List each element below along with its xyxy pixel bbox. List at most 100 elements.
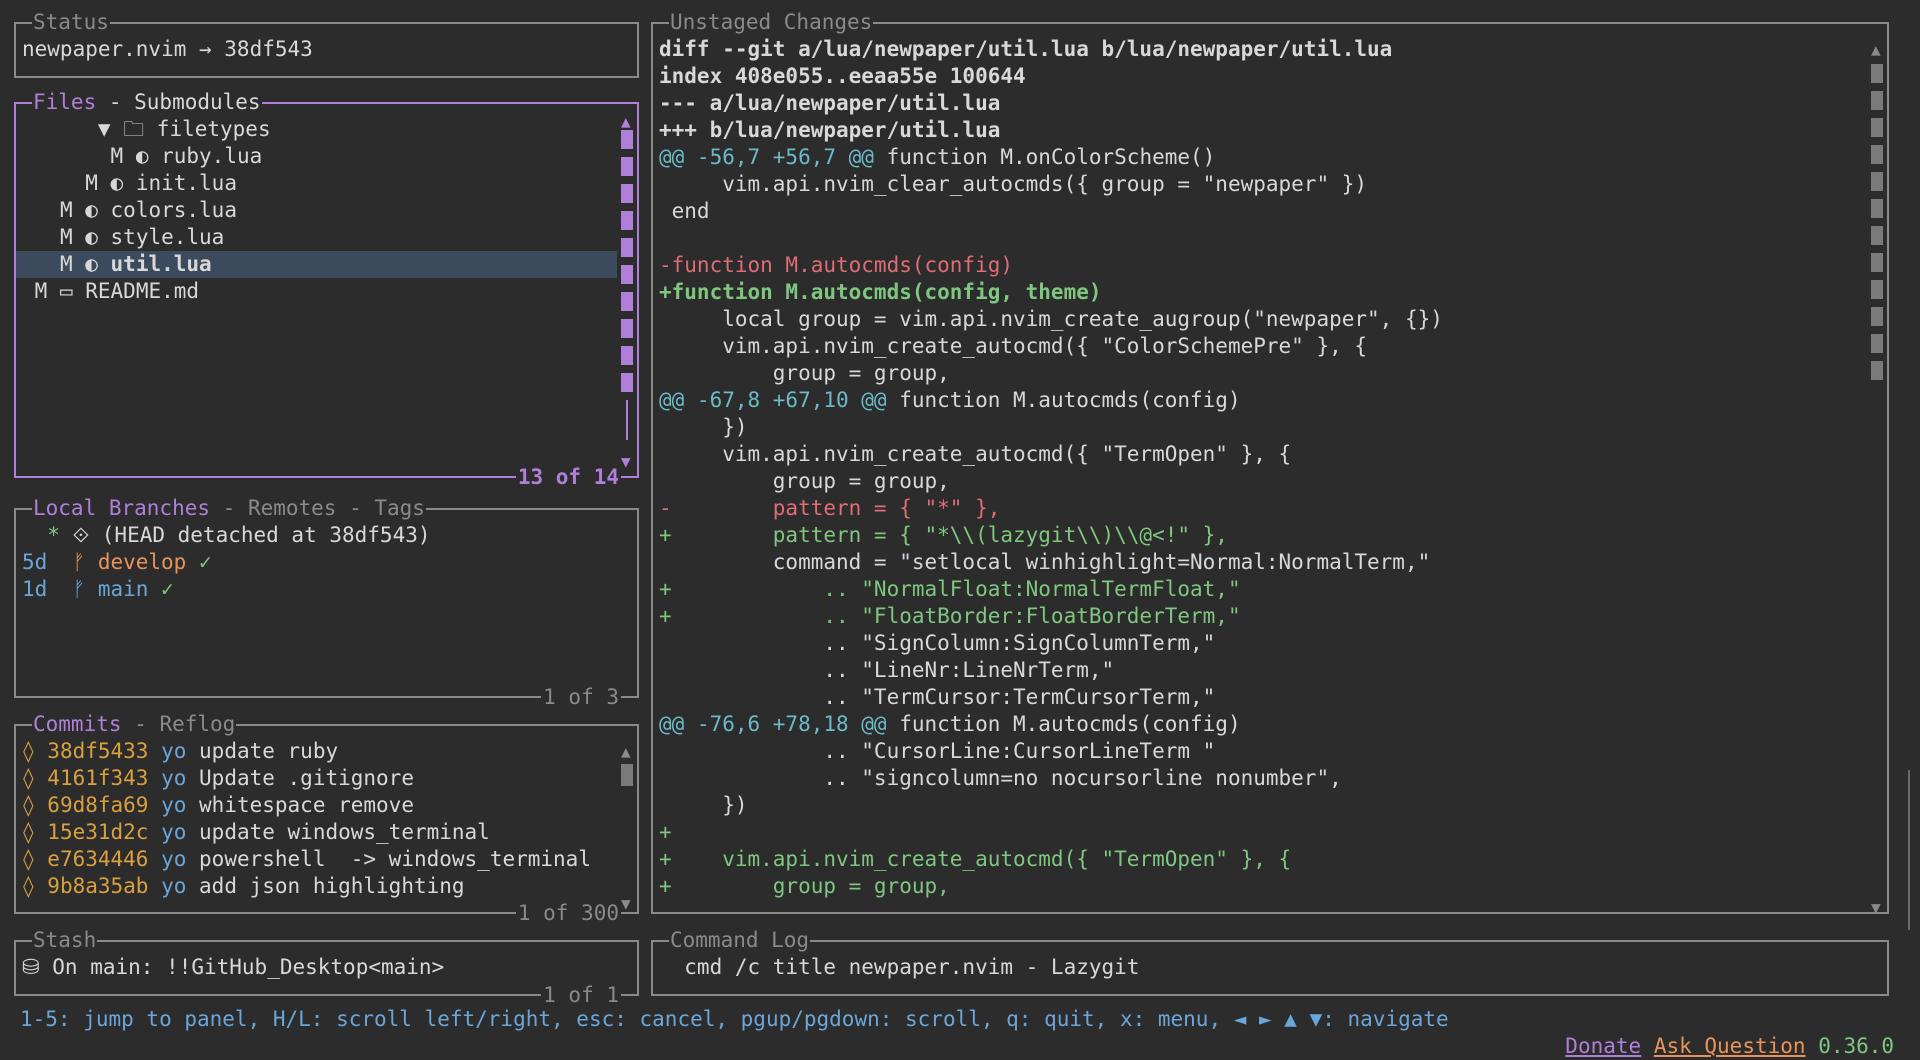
file-status: M xyxy=(110,144,136,168)
file-status: M xyxy=(34,279,60,303)
files-count: 13 of 14 xyxy=(515,464,621,491)
diff-content[interactable]: diff --git a/lua/newpaper/util.lua b/lua… xyxy=(659,36,1863,906)
scroll-track-segment xyxy=(1871,145,1883,164)
diff-line: group = group, xyxy=(659,361,950,385)
file-name: util.lua xyxy=(97,252,212,276)
diff-line: index 408e055..eeaa55e 100644 xyxy=(659,64,1026,88)
commits-panel[interactable]: Commits - Reflog ◊ 38df5433 yo update ru… xyxy=(14,711,639,927)
markdown-icon: ▭ xyxy=(59,279,73,303)
file-status: M xyxy=(59,225,86,249)
commit-hash: 69d8fa69 xyxy=(47,793,162,817)
file-item[interactable]: M ▭ README.md xyxy=(16,278,617,305)
donate-link[interactable]: Donate xyxy=(1565,1034,1641,1058)
commits-panel-title[interactable]: Commits - Reflog xyxy=(32,711,237,738)
files-scrollbar[interactable]: ▲ ▼ xyxy=(621,114,633,470)
scroll-down-icon[interactable]: ▼ xyxy=(1871,900,1881,916)
commit-item[interactable]: ◊ 9b8a35ab yo add json highlighting xyxy=(22,873,617,900)
file-name: colors.lua xyxy=(97,198,237,222)
branch-item[interactable]: * ⟐ (HEAD detached at 38df543) xyxy=(22,522,631,549)
branches-panel[interactable]: Local Branches - Remotes - Tags * ⟐ (HEA… xyxy=(14,495,639,711)
branch-item[interactable]: 1d ᚠ main ✓ xyxy=(22,576,631,603)
stash-count: 1 of 1 xyxy=(541,982,621,1009)
commit-icon: ◊ xyxy=(22,766,48,790)
file-item[interactable]: ▼ 🗀 filetypes xyxy=(16,116,617,143)
tab-local-branches: Local Branches xyxy=(33,496,211,520)
commit-item[interactable]: ◊ 4161f343 yo Update .gitignore xyxy=(22,765,617,792)
branches-panel-title[interactable]: Local Branches - Remotes - Tags xyxy=(32,495,426,522)
diff-line: @@ -76,6 +78,18 @@ function M.autocmds(c… xyxy=(659,711,1863,738)
commit-item[interactable]: ◊ 38df5433 yo update ruby xyxy=(22,738,617,765)
ask-question-link[interactable]: Ask Question xyxy=(1654,1034,1806,1058)
scroll-track-segment xyxy=(1871,280,1883,299)
scroll-track-segment xyxy=(1871,118,1883,137)
check-icon: ✓ xyxy=(198,550,212,574)
command-log-text: cmd /c title newpaper.nvim - Lazygit xyxy=(659,955,1140,979)
stash-panel-title: Stash xyxy=(32,927,98,954)
file-item[interactable]: M ◐ ruby.lua xyxy=(16,143,617,170)
tab-commits: Commits xyxy=(33,712,122,736)
branches-count: 1 of 3 xyxy=(541,684,621,711)
status-panel-title: Status xyxy=(32,9,110,36)
status-panel[interactable]: Status newpaper.nvim → 38df543 xyxy=(14,9,639,78)
branch-item[interactable]: 5d ᚠ develop ✓ xyxy=(22,549,631,576)
detached-icon: ⟐ xyxy=(72,523,102,547)
diff-line: .. "CursorLine:CursorLineTerm " xyxy=(659,739,1216,763)
commit-item[interactable]: ◊ 15e31d2c yo update windows_terminal xyxy=(22,819,617,846)
diff-line: group = group, xyxy=(659,469,950,493)
diff-line: diff --git a/lua/newpaper/util.lua b/lua… xyxy=(659,37,1393,61)
diff-line: vim.api.nvim_create_autocmd({ "TermOpen"… xyxy=(659,442,1292,466)
diff-line: +++ b/lua/newpaper/util.lua xyxy=(659,118,1001,142)
file-item[interactable]: M ◐ util.lua xyxy=(16,251,617,278)
diff-line: vim.api.nvim_create_autocmd({ "ColorSche… xyxy=(659,334,1368,358)
diff-line: }) xyxy=(659,793,748,817)
commit-author: yo xyxy=(161,739,200,763)
scroll-track-segment xyxy=(621,292,633,311)
scroll-up-icon[interactable]: ▲ xyxy=(1871,42,1881,58)
branch-icon: ᚠ xyxy=(72,550,98,574)
scroll-track-segment xyxy=(1871,307,1883,326)
files-panel[interactable]: Files - Submodules ▼ 🗀 filetypes M ◐ rub… xyxy=(14,89,639,491)
diff-line: .. "TermCursor:TermCursorTerm," xyxy=(659,685,1216,709)
scroll-track-segment xyxy=(1871,199,1883,218)
files-panel-title[interactable]: Files - Submodules xyxy=(32,89,262,116)
diff-line: @@ -67,8 +67,10 @@ function M.autocmds(c… xyxy=(659,387,1863,414)
diff-line: -function M.autocmds(config) xyxy=(659,253,1014,277)
scroll-track-segment xyxy=(621,373,633,392)
hunk-context: function M.onColorScheme() xyxy=(873,145,1216,169)
scroll-track-segment xyxy=(1871,172,1883,191)
commit-item[interactable]: ◊ e7634446 yo powershell -> windows_term… xyxy=(22,846,617,873)
file-name: README.md xyxy=(72,279,200,303)
scroll-up-icon[interactable]: ▲ xyxy=(621,744,631,760)
stash-entry[interactable]: ⛁ On main: !!GitHub_Desktop<main> xyxy=(22,954,637,981)
scroll-track-segment xyxy=(621,157,633,176)
commit-icon: ◊ xyxy=(22,820,48,844)
scroll-down-icon[interactable]: ▼ xyxy=(621,896,631,912)
scroll-down-icon[interactable]: ▼ xyxy=(621,454,631,470)
scroll-up-icon[interactable]: ▲ xyxy=(621,114,631,130)
window-scrollbar[interactable] xyxy=(1908,770,1910,930)
diff-panel[interactable]: Unstaged Changes diff --git a/lua/newpap… xyxy=(651,9,1889,916)
status-text: newpaper.nvim → 38df543 xyxy=(22,37,313,61)
file-item[interactable]: M ◐ init.lua xyxy=(16,170,617,197)
commits-scrollbar[interactable]: ▲ ▼ xyxy=(621,744,633,912)
commit-item[interactable]: ◊ 69d8fa69 yo whitespace remove xyxy=(22,792,617,819)
commit-hash: 9b8a35ab xyxy=(47,874,162,898)
commit-message: whitespace remove xyxy=(199,793,414,817)
commit-message: update windows_terminal xyxy=(199,820,490,844)
stash-panel[interactable]: Stash ⛁ On main: !!GitHub_Desktop<main> … xyxy=(14,927,639,1009)
file-name: filetypes xyxy=(144,117,271,141)
commit-hash: e7634446 xyxy=(47,847,162,871)
lua-icon: ◐ xyxy=(85,225,98,249)
scroll-track-segment xyxy=(621,319,633,338)
command-log-panel: Command Log cmd /c title newpaper.nvim -… xyxy=(651,927,1889,996)
scroll-thumb[interactable] xyxy=(621,764,633,786)
tab-remotes-tags: - Remotes - Tags xyxy=(210,496,425,520)
file-item[interactable]: M ◐ style.lua xyxy=(16,224,617,251)
diff-scrollbar[interactable]: ▲ ▼ xyxy=(1871,42,1883,916)
scroll-track-segment xyxy=(621,238,633,257)
tab-reflog: - Reflog xyxy=(121,712,236,736)
branch-age: 1d xyxy=(22,577,73,601)
file-item[interactable]: M ◐ colors.lua xyxy=(16,197,617,224)
diff-line: vim.api.nvim_clear_autocmds({ group = "n… xyxy=(659,172,1368,196)
commit-author: yo xyxy=(161,847,200,871)
